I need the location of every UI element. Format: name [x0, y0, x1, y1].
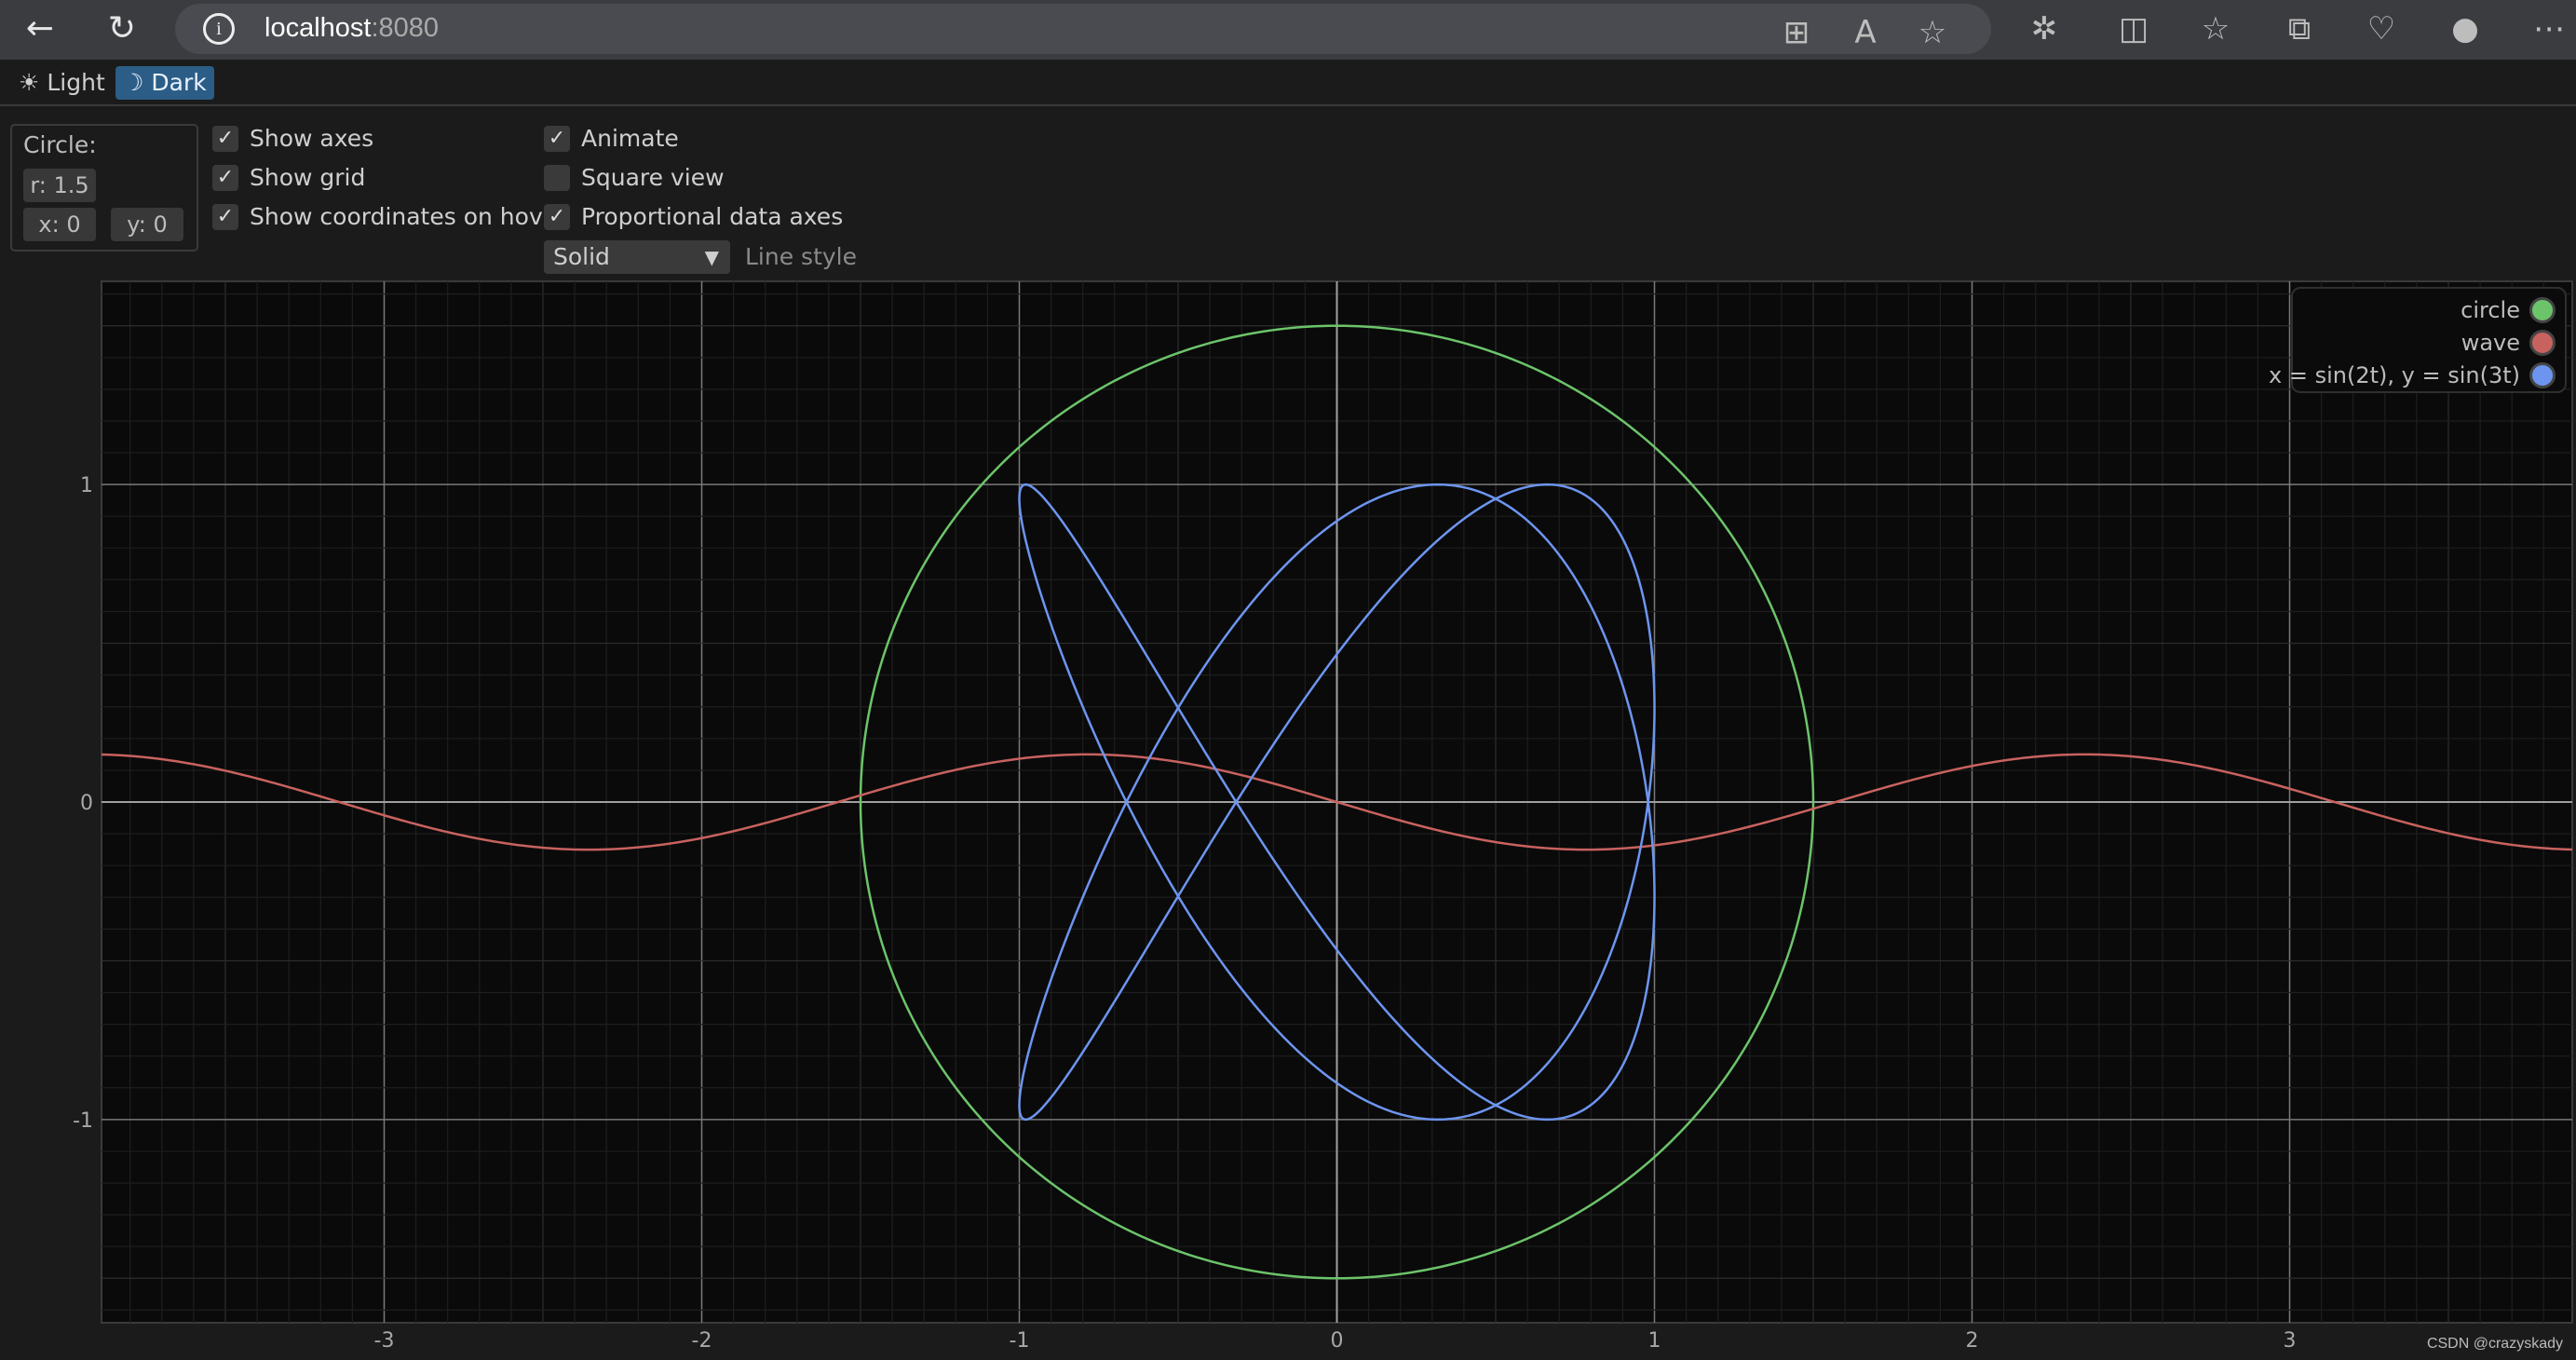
x-tick-label: -1 — [1010, 1329, 1030, 1353]
legend-item-circle[interactable]: circle — [2461, 294, 2556, 326]
y-tick-label: 0 — [80, 792, 93, 815]
watermark: CSDN @crazyskady — [2426, 1336, 2563, 1352]
legend-item-wave[interactable]: wave — [2461, 327, 2556, 359]
x-tick-label: 2 — [1966, 1329, 1979, 1353]
y-tick-label: 1 — [80, 474, 93, 497]
legend-item-lissajous[interactable]: x = sin(2t), y = sin(3t) — [2269, 360, 2556, 391]
plot-canvas[interactable]: -3 -2 -1 0 1 2 3 1 0 -1 — [0, 0, 2576, 1360]
legend-swatch-icon — [2529, 330, 2556, 356]
x-tick-label: 0 — [1331, 1329, 1344, 1353]
legend-label: circle — [2461, 297, 2520, 323]
legend-label: wave — [2461, 330, 2520, 356]
legend-swatch-icon — [2529, 362, 2556, 388]
legend-swatch-icon — [2529, 297, 2556, 323]
x-tick-label: -3 — [374, 1329, 395, 1353]
x-tick-label: -2 — [692, 1329, 712, 1353]
x-tick-label: 3 — [2284, 1329, 2297, 1353]
legend-label: x = sin(2t), y = sin(3t) — [2269, 362, 2520, 388]
x-tick-label: 1 — [1648, 1329, 1661, 1353]
legend: circle wave x = sin(2t), y = sin(3t) — [2269, 287, 2567, 393]
y-tick-label: -1 — [73, 1109, 93, 1133]
